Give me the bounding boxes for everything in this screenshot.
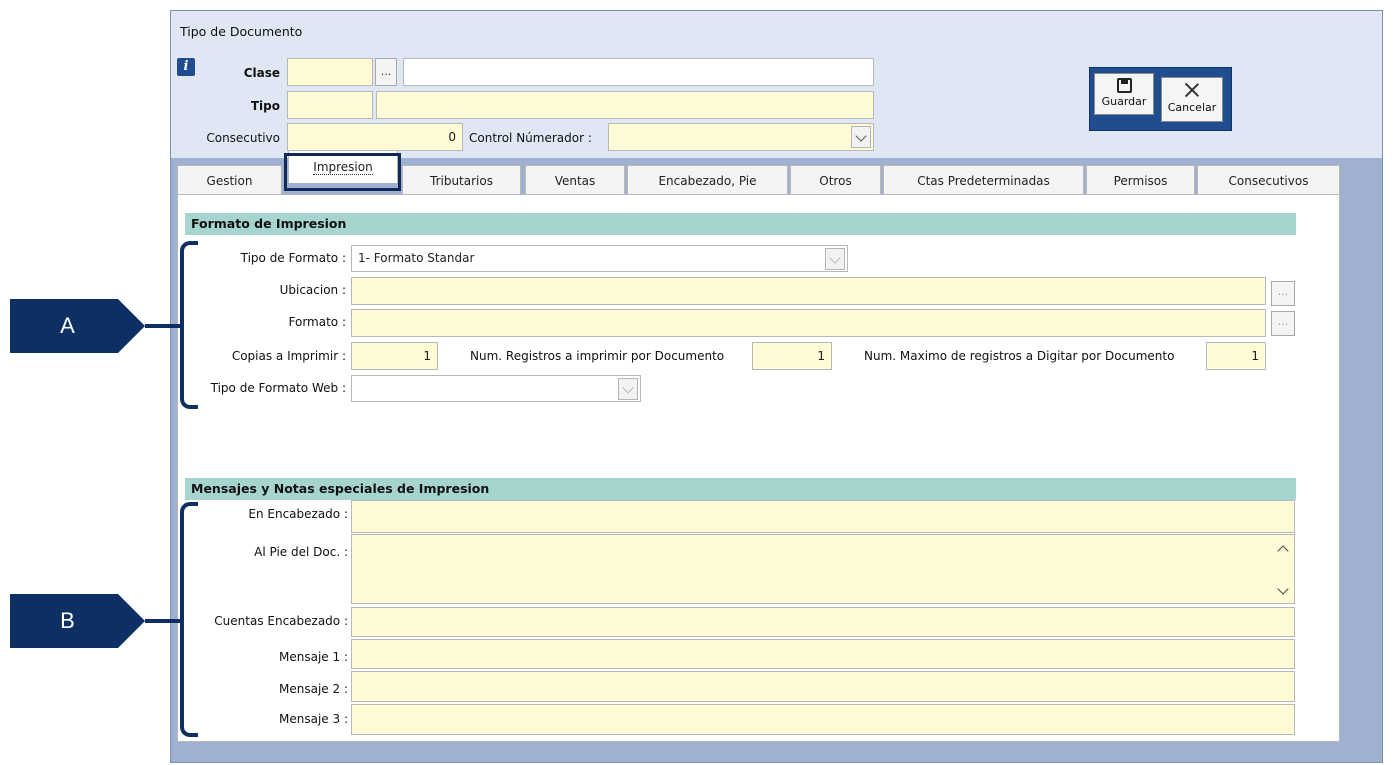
- ubicacion-field[interactable]: [351, 277, 1266, 305]
- copias-label: Copias a Imprimir :: [231, 349, 346, 363]
- window-title: Tipo de Documento: [180, 24, 303, 39]
- scroll-up-icon[interactable]: [1277, 545, 1289, 557]
- consecutivo-label: Consecutivo: [206, 131, 280, 145]
- ubicacion-label: Ubicacion :: [279, 283, 346, 297]
- tab-consecutivos[interactable]: Consecutivos: [1197, 165, 1340, 195]
- tipo-formato-web-select[interactable]: [351, 375, 641, 402]
- chevron-down-icon[interactable]: [618, 378, 638, 400]
- chevron-down-icon[interactable]: [851, 126, 871, 148]
- tipo-formato-select[interactable]: 1- Formato Standar: [351, 245, 848, 272]
- control-numerador-select[interactable]: [608, 123, 874, 151]
- clase-browse-button[interactable]: ...: [375, 58, 397, 86]
- tipo-description-field[interactable]: [376, 91, 874, 119]
- num-registros-field[interactable]: 1: [752, 342, 832, 370]
- info-icon[interactable]: i: [177, 58, 195, 76]
- tab-permisos[interactable]: Permisos: [1086, 165, 1195, 195]
- num-registros-label: Num. Registros a imprimir por Documento: [470, 349, 725, 363]
- mensaje-3-field[interactable]: [351, 704, 1295, 735]
- consecutivo-field[interactable]: 0: [287, 123, 463, 151]
- tab-highlight-frame: [284, 153, 401, 191]
- callout-a: A: [10, 299, 145, 353]
- en-encabezado-field[interactable]: [351, 500, 1295, 533]
- save-icon: [1116, 78, 1132, 93]
- tipo-label: Tipo: [250, 99, 280, 113]
- cancel-button[interactable]: Cancelar: [1161, 77, 1223, 122]
- ubicacion-browse-button[interactable]: ...: [1271, 281, 1295, 306]
- callout-b-bracket: [180, 502, 198, 737]
- mensaje-1-field[interactable]: [351, 639, 1295, 669]
- al-pie-scrollbar[interactable]: [1272, 535, 1294, 603]
- mensaje-3-label: Mensaje 3 :: [279, 712, 348, 726]
- formato-browse-button[interactable]: ...: [1271, 311, 1295, 336]
- tab-ctas-predeterminadas[interactable]: Ctas Predeterminadas: [883, 165, 1084, 195]
- tipo-formato-web-label: Tipo de Formato Web :: [210, 381, 346, 395]
- num-maximo-field[interactable]: 1: [1206, 342, 1266, 370]
- cancel-label: Cancelar: [1167, 101, 1217, 114]
- mensaje-1-label: Mensaje 1 :: [279, 650, 348, 664]
- al-pie-label: Al Pie del Doc. :: [254, 545, 348, 559]
- formato-label: Formato :: [288, 315, 347, 329]
- scroll-down-icon[interactable]: [1277, 583, 1289, 595]
- tab-otros[interactable]: Otros: [790, 165, 881, 195]
- tipo-code-field[interactable]: [287, 91, 373, 119]
- mensaje-2-label: Mensaje 2 :: [279, 682, 348, 696]
- cuentas-encabezado-label: Cuentas Encabezado :: [214, 614, 348, 628]
- section-mensajes-notas: Mensajes y Notas especiales de Impresion: [185, 478, 1296, 500]
- close-icon: [1183, 81, 1201, 99]
- al-pie-textarea[interactable]: [351, 534, 1295, 604]
- clase-label: Clase: [243, 66, 280, 80]
- mensaje-2-field[interactable]: [351, 671, 1295, 702]
- tab-tributarios[interactable]: Tributarios: [402, 165, 521, 195]
- callout-b-label: B: [60, 608, 75, 633]
- tipo-formato-value: 1- Formato Standar: [358, 251, 475, 265]
- tab-encabezado-pie[interactable]: Encabezado, Pie: [627, 165, 788, 195]
- clase-description-field[interactable]: [403, 58, 874, 86]
- clase-code-field[interactable]: [287, 58, 373, 86]
- cuentas-encabezado-field[interactable]: [351, 607, 1295, 637]
- tipo-formato-label: Tipo de Formato :: [240, 251, 346, 265]
- formato-field[interactable]: [351, 309, 1266, 337]
- callout-a-label: A: [60, 313, 75, 338]
- copias-field[interactable]: 1: [351, 342, 438, 370]
- save-button[interactable]: Guardar: [1094, 73, 1154, 115]
- window-titlebar: Tipo de Documento: [171, 11, 1382, 47]
- control-numerador-label: Control Númerador :: [469, 131, 592, 145]
- en-encabezado-label: En Encabezado :: [248, 507, 348, 521]
- num-maximo-label: Num. Maximo de registros a Digitar por D…: [864, 349, 1175, 363]
- tab-ventas[interactable]: Ventas: [525, 165, 625, 195]
- chevron-down-icon[interactable]: [825, 248, 845, 270]
- section-formato-impresion: Formato de Impresion: [185, 213, 1296, 235]
- tab-gestion[interactable]: Gestion: [177, 165, 282, 195]
- callout-b: B: [10, 594, 145, 648]
- callout-b-connector: [145, 619, 183, 623]
- callout-a-connector: [145, 324, 183, 328]
- callout-a-bracket: [180, 241, 198, 409]
- save-label: Guardar: [1101, 95, 1147, 108]
